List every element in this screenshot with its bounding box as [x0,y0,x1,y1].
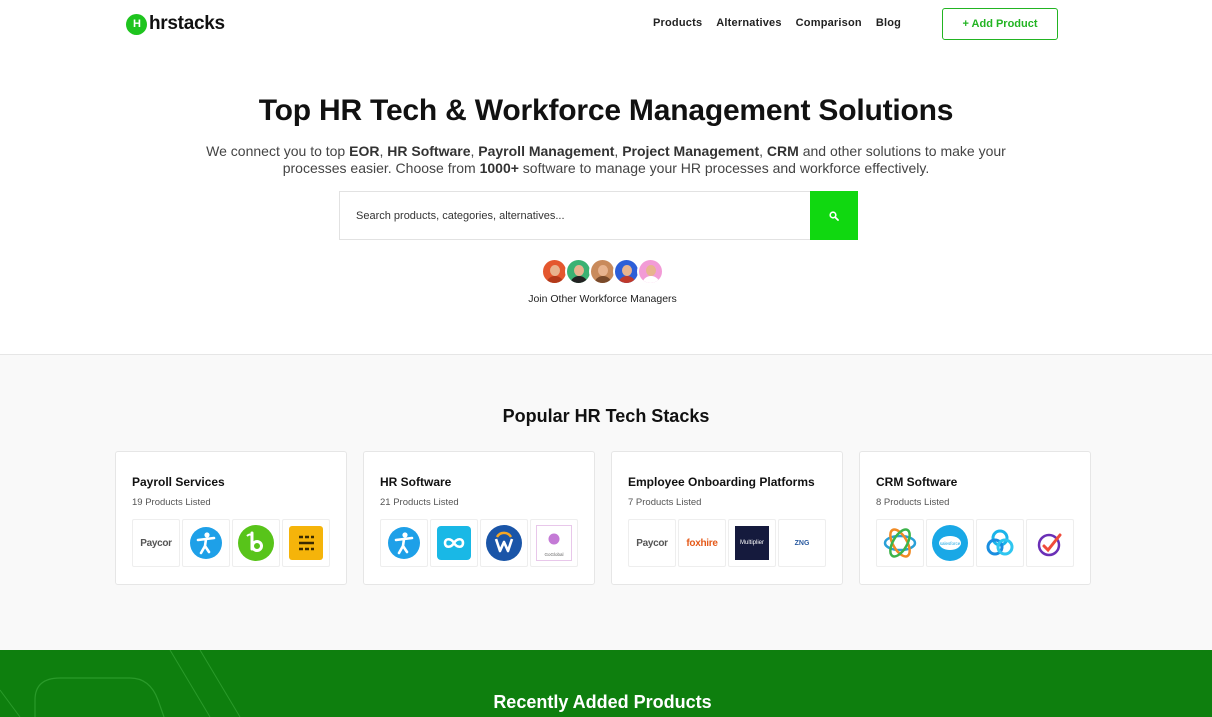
zng-logo-text: ZNG [794,539,810,547]
paycor-logo-icon[interactable]: Paycor [132,519,180,567]
nav-link-comparison[interactable]: Comparison [796,17,862,29]
hero-sub-text: software to manage your HR processes and… [518,159,930,176]
zng-logo-icon[interactable]: ZNG [778,519,826,567]
logo-mark-icon: H [126,13,147,35]
hero-sub-sep: , [759,143,767,159]
salesforce-logo-icon[interactable]: salesforce [926,519,974,567]
rings-logo-icon[interactable] [976,519,1024,567]
stack-card-hr-software[interactable]: HR Software 21 Products Listed GoGlobal [363,451,595,585]
card-count: 7 Products Listed [628,497,702,508]
avatar [541,258,568,285]
avatar [565,258,592,285]
multiplier-logo-text: Multiplier [735,526,769,560]
hero-sub-bold: CRM [766,143,799,159]
avatar [613,258,640,285]
search-input[interactable] [339,191,810,240]
figure-logo-icon[interactable] [182,519,230,567]
card-title: CRM Software [876,475,958,489]
hero-sub-bold: 1000+ [479,159,519,176]
card-count: 8 Products Listed [876,497,950,508]
chart-check-logo-icon[interactable] [1026,519,1074,567]
orbit-logo-icon[interactable] [876,519,924,567]
foxhire-logo-icon[interactable]: foxhire [678,519,726,567]
add-product-button[interactable]: + Add Product [942,8,1058,40]
foxhire-logo-text: foxhire [686,537,718,549]
popular-title: Popular HR Tech Stacks [502,406,710,426]
avatar-group [541,258,664,285]
logo-text: hrstacks [149,13,225,34]
stack-card-payroll-services[interactable]: Payroll Services 19 Products Listed Payc… [115,451,347,585]
search-button[interactable] [810,191,858,240]
hero-sub-bold: EOR [349,143,380,159]
card-title: HR Software [380,475,452,489]
avatar [589,258,616,285]
hero-sub-bold: Project Management [622,143,760,159]
site-logo[interactable]: H hrstacks [126,13,225,35]
search-icon [829,210,839,221]
hero-subtitle: We connect you to top EOR, HR Software, … [206,143,1006,176]
figure-logo-icon[interactable] [380,519,428,567]
recent-products-section: Recently Added Products [0,650,1212,717]
nav-link-products[interactable]: Products [653,17,702,29]
goglobal-logo-icon[interactable]: GoGlobal [530,519,578,567]
nav-link-blog[interactable]: Blog [876,17,901,29]
card-title: Employee Onboarding Platforms [628,475,815,489]
paycor-logo-text: Paycor [140,537,172,549]
card-logos: GoGlobal [380,519,580,567]
card-logos: Paycor foxhire Multiplier ZNG [628,519,828,567]
multiplier-logo-icon[interactable]: Multiplier [728,519,776,567]
nav-link-alternatives[interactable]: Alternatives [716,17,781,29]
join-text: Join Other Workforce Managers [528,293,677,305]
top-nav: H hrstacks Products Alternatives Compari… [0,0,1212,48]
card-count: 19 Products Listed [132,497,211,508]
card-logos: salesforce [876,519,1076,567]
hero-sub-text: We connect you to top [206,143,350,159]
yellow-stack-logo-icon[interactable] [282,519,330,567]
bamboohr-logo-icon[interactable] [232,519,280,567]
paycor-logo-text: Paycor [636,537,668,549]
recent-title: Recently Added Products [493,692,712,712]
search-bar [339,191,858,240]
hero-title: Top HR Tech & Workforce Management Solut… [258,94,954,127]
popular-stacks-section: Popular HR Tech Stacks Payroll Services … [0,354,1212,650]
stack-card-employee-onboarding-platforms[interactable]: Employee Onboarding Platforms 7 Products… [611,451,843,585]
hero-sub-bold: HR Software [387,143,471,159]
workday-logo-icon[interactable] [480,519,528,567]
card-title: Payroll Services [132,475,225,489]
goglobal-logo-text: GoGlobal [544,551,564,557]
salesforce-logo-text: salesforce [939,540,961,546]
hero-sub-bold: Payroll Management [478,143,615,159]
infinity-logo-icon[interactable] [430,519,478,567]
stack-card-crm-software[interactable]: CRM Software 8 Products Listed salesforc… [859,451,1091,585]
avatar [637,258,664,285]
nav-links: Products Alternatives Comparison Blog [653,17,915,29]
paycor-logo-icon[interactable]: Paycor [628,519,676,567]
card-logos: Paycor [132,519,332,567]
card-count: 21 Products Listed [380,497,459,508]
